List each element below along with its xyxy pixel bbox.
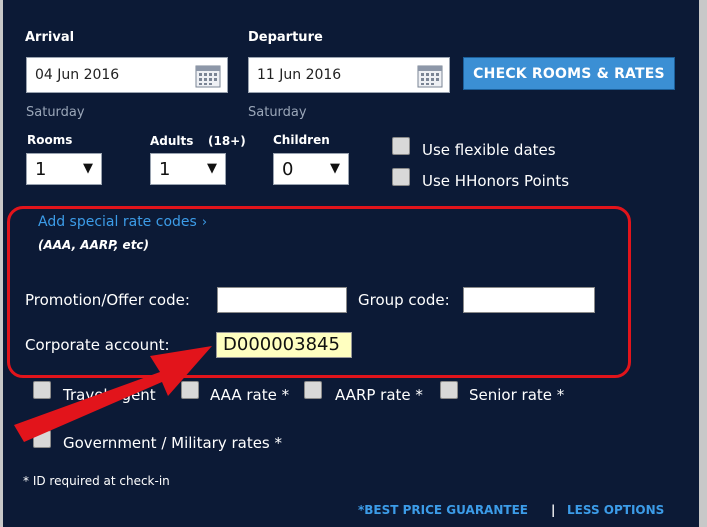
adults-label: Adults: [150, 134, 194, 148]
arrival-day: Saturday: [26, 105, 85, 120]
departure-label: Departure: [248, 30, 323, 45]
booking-panel: Arrival 04 Jun 2016 Saturday Departure 1…: [3, 0, 699, 527]
promo-code-input[interactable]: [217, 287, 347, 313]
rooms-value: 1: [35, 159, 47, 180]
footer-separator: |: [551, 503, 556, 517]
calendar-icon[interactable]: [195, 64, 221, 88]
rooms-select[interactable]: 1 ▼: [26, 153, 102, 185]
aarp-rate-checkbox[interactable]: [304, 381, 322, 399]
chevron-down-icon: ▼: [83, 161, 93, 176]
departure-date-field[interactable]: 11 Jun 2016: [248, 57, 450, 93]
arrival-label: Arrival: [25, 30, 75, 45]
arrival-date-value: 04 Jun 2016: [35, 67, 120, 83]
special-rate-examples: (AAA, AARP, etc): [38, 238, 150, 252]
travel-agent-label: Travel agent: [63, 386, 156, 404]
group-code-input[interactable]: [463, 287, 595, 313]
arrival-date-field[interactable]: 04 Jun 2016: [26, 57, 228, 93]
best-price-guarantee-link[interactable]: *BEST PRICE GUARANTEE: [358, 503, 528, 517]
government-military-checkbox[interactable]: [33, 430, 51, 448]
id-required-note: * ID required at check-in: [23, 474, 170, 488]
flexible-dates-label: Use flexible dates: [422, 141, 556, 159]
calendar-icon[interactable]: [417, 64, 443, 88]
children-label: Children: [273, 133, 330, 147]
senior-rate-label: Senior rate *: [469, 386, 565, 404]
government-military-label: Government / Military rates *: [63, 434, 283, 452]
departure-day: Saturday: [248, 105, 307, 120]
travel-agent-checkbox[interactable]: [33, 381, 51, 399]
corporate-account-label: Corporate account:: [25, 336, 170, 354]
check-rooms-button[interactable]: CHECK ROOMS & RATES: [463, 57, 675, 90]
aaa-rate-checkbox[interactable]: [181, 381, 199, 399]
aaa-rate-label: AAA rate *: [210, 386, 290, 404]
group-code-label: Group code:: [358, 291, 450, 309]
corporate-account-input[interactable]: D000003845: [216, 332, 352, 358]
aarp-rate-label: AARP rate *: [335, 386, 423, 404]
add-special-rate-text: Add special rate codes: [38, 214, 197, 230]
chevron-down-icon: ▼: [207, 161, 217, 176]
promo-code-label: Promotion/Offer code:: [25, 291, 190, 309]
chevron-down-icon: ▼: [330, 161, 340, 176]
adults-select[interactable]: 1 ▼: [150, 153, 226, 185]
less-options-link[interactable]: LESS OPTIONS: [567, 503, 664, 517]
hhonors-points-checkbox[interactable]: [392, 168, 410, 186]
adults-age-note: (18+): [208, 134, 246, 148]
departure-date-value: 11 Jun 2016: [257, 67, 342, 83]
add-special-rate-link[interactable]: Add special rate codes ›: [38, 211, 207, 230]
chevron-right-icon: ›: [201, 215, 208, 230]
children-value: 0: [282, 159, 294, 180]
children-select[interactable]: 0 ▼: [273, 153, 349, 185]
hhonors-points-label: Use HHonors Points: [422, 172, 570, 190]
senior-rate-checkbox[interactable]: [440, 381, 458, 399]
flexible-dates-checkbox[interactable]: [392, 137, 410, 155]
adults-value: 1: [159, 159, 171, 180]
rooms-label: Rooms: [27, 133, 73, 147]
